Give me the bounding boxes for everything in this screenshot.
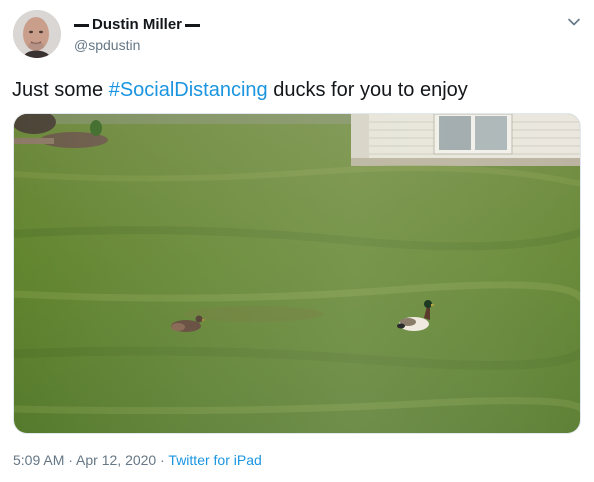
meta-separator: ·: [64, 452, 77, 468]
tweet-text: Just some #SocialDistancing ducks for yo…: [12, 76, 468, 104]
name-dash-left: [74, 23, 89, 27]
tweet-text-end: ducks for you to enjoy: [267, 79, 468, 101]
tweet-date[interactable]: Apr 12, 2020: [76, 452, 156, 468]
name-dash-right: [185, 23, 201, 27]
hashtag-link[interactable]: #SocialDistancing: [109, 79, 268, 101]
avatar[interactable]: [13, 10, 61, 58]
chevron-down-icon[interactable]: [566, 14, 582, 30]
meta-separator: ·: [156, 452, 169, 468]
tweet-meta: 5:09 AM · Apr 12, 2020 · Twitter for iPa…: [13, 451, 262, 469]
tweet-time[interactable]: 5:09 AM: [13, 452, 64, 468]
tweet-source-link[interactable]: Twitter for iPad: [168, 452, 261, 468]
tweet-photo[interactable]: [13, 113, 581, 434]
tweet-text-start: Just some: [12, 79, 109, 101]
tweet-card: Dustin Miller @spdustin Just some #Socia…: [0, 0, 594, 482]
display-name[interactable]: Dustin Miller: [92, 15, 182, 35]
name-row[interactable]: Dustin Miller: [74, 15, 201, 35]
user-handle[interactable]: @spdustin: [74, 36, 140, 54]
